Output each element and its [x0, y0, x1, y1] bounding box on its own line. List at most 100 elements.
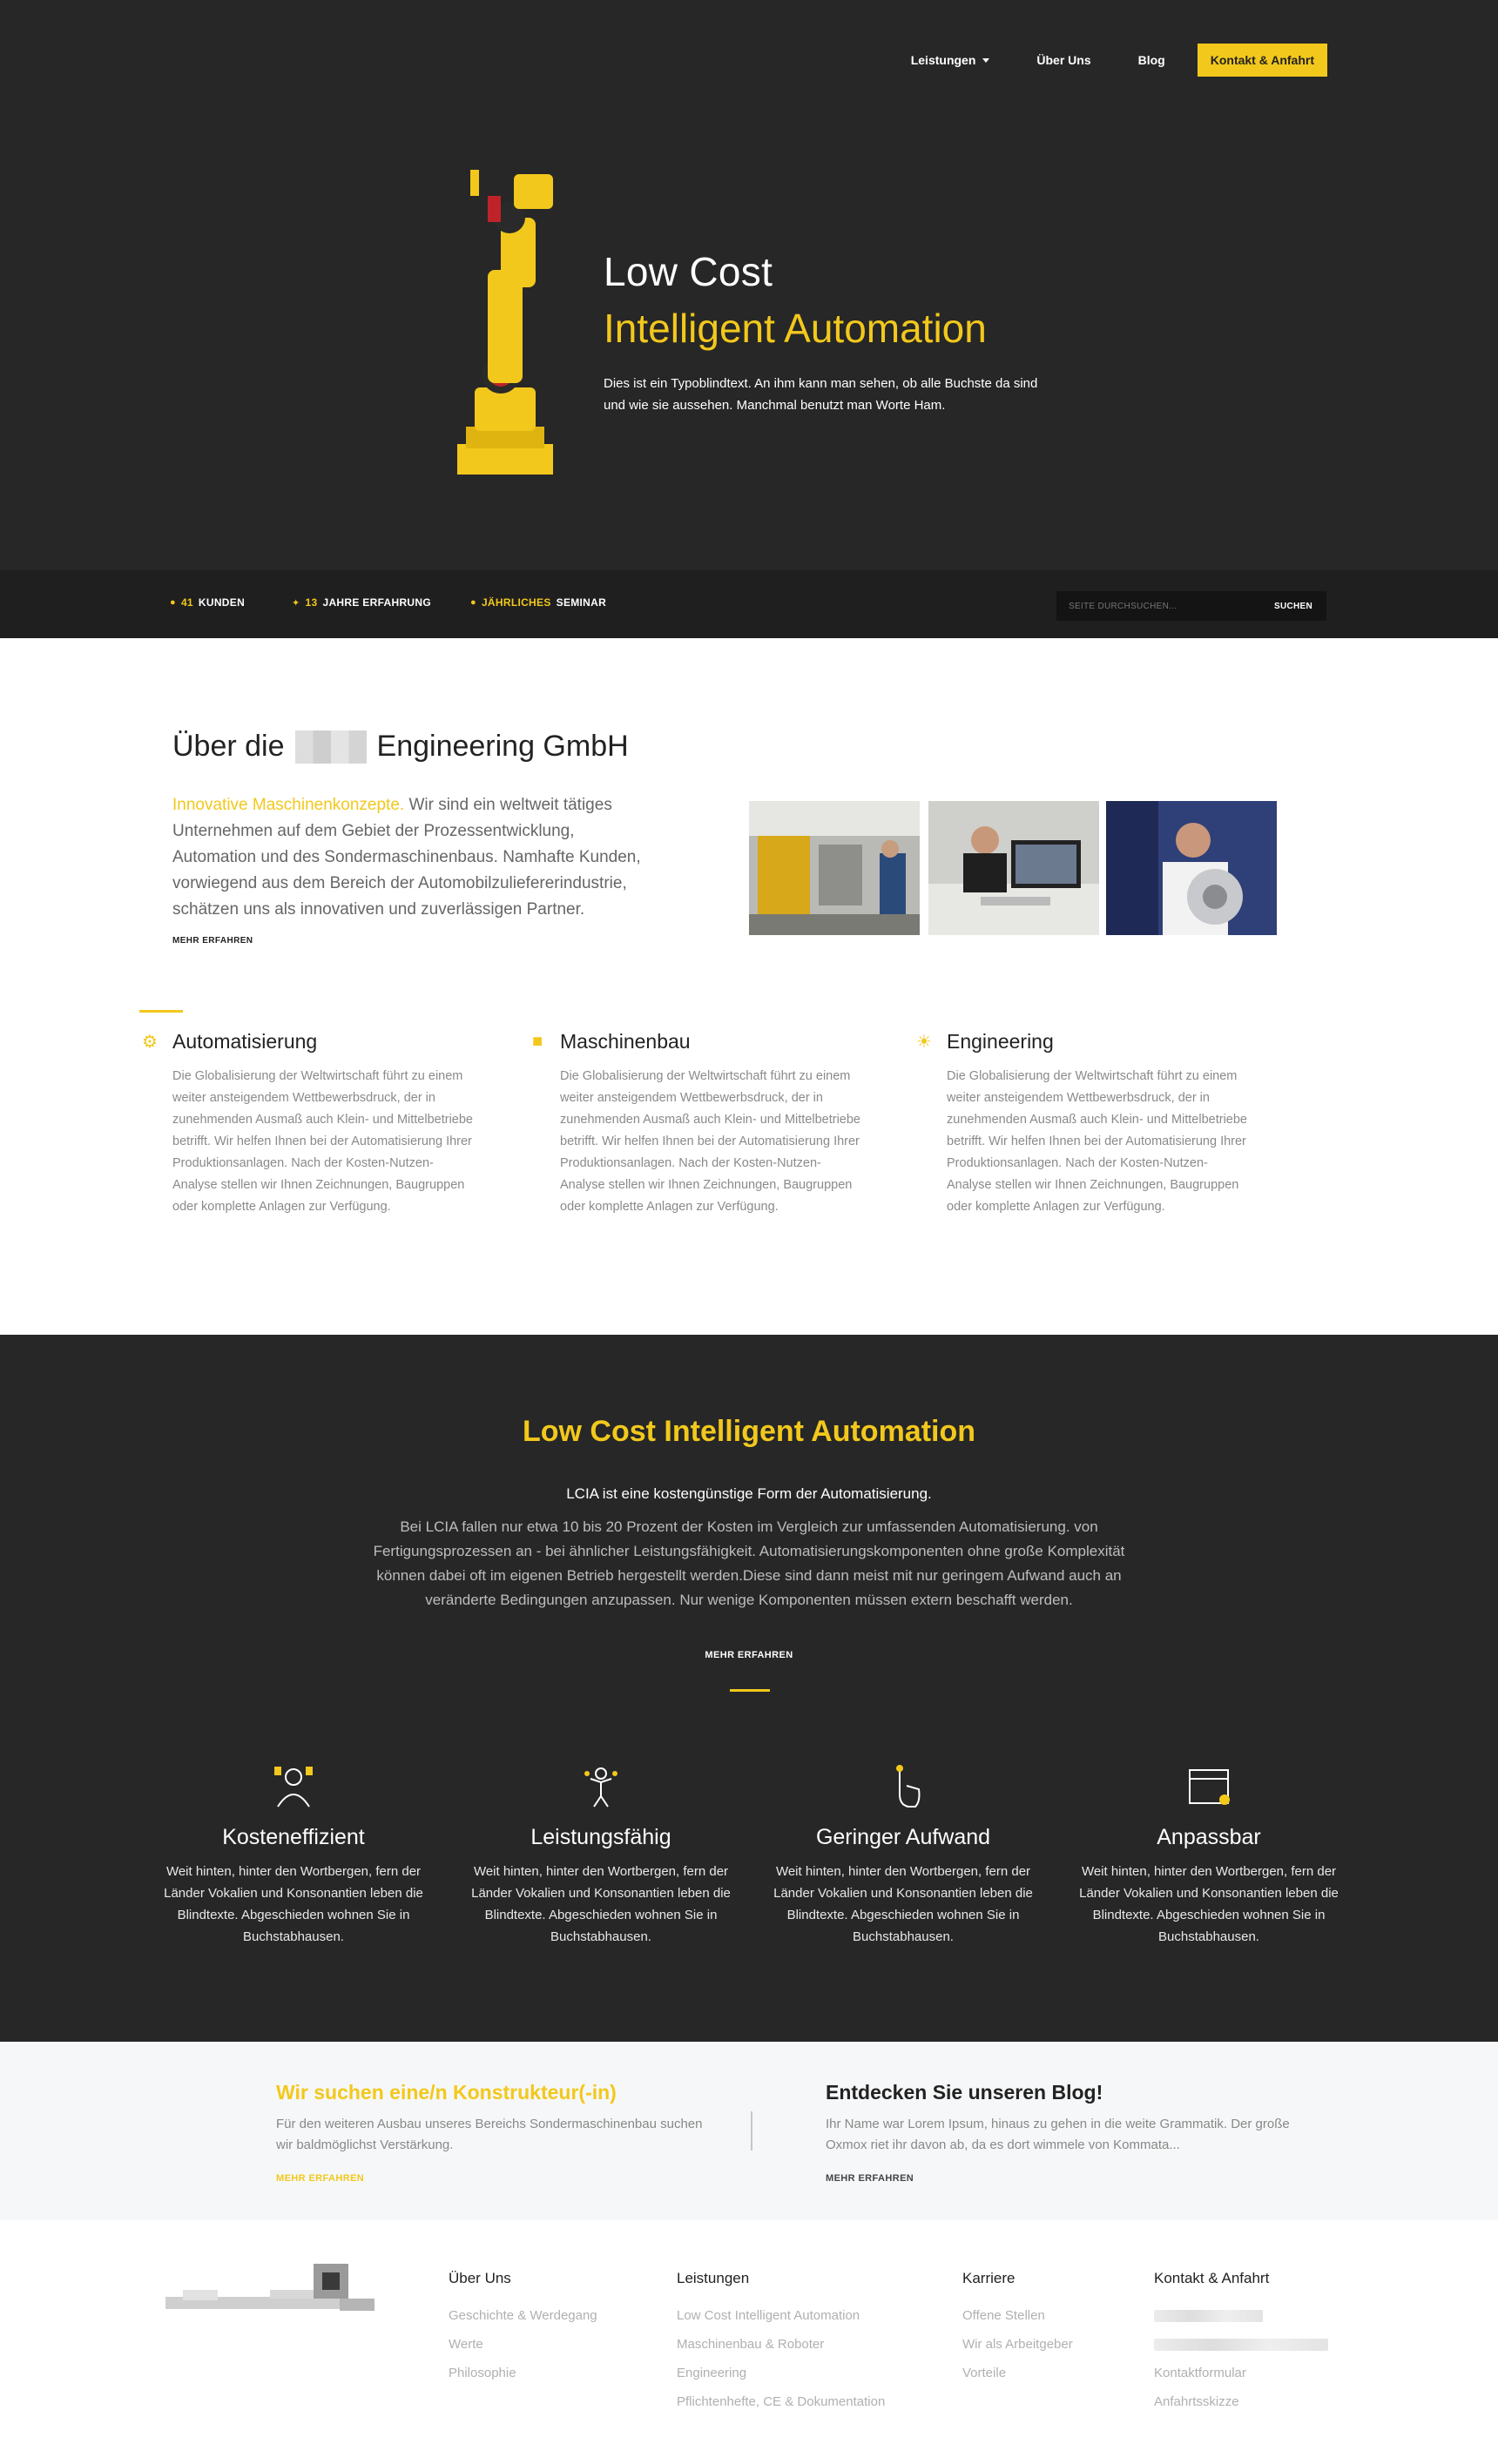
calendar-icon	[1189, 1769, 1230, 1805]
footer-col-kontakt: Kontakt & Anfahrt Kontaktformular Anfahr…	[1154, 2270, 1328, 2416]
footer-col-head: Leistungen	[677, 2270, 750, 2286]
company-logo	[165, 2264, 374, 2311]
nav-item-blog[interactable]: Blog	[1115, 44, 1189, 77]
footer-link[interactable]: Pflichtenhefte, CE & Dokumentation	[677, 2387, 885, 2416]
feature-text: Die Globalisierung der Weltwirtschaft fü…	[947, 1069, 1247, 1214]
stat-value: 13	[305, 596, 318, 609]
feature-text: Die Globalisierung der Weltwirtschaft fü…	[560, 1069, 860, 1214]
main-nav: Leistungen Über Uns Blog Kontakt & Anfah…	[887, 44, 1327, 77]
nav-item-leistungen[interactable]: Leistungen	[887, 44, 1014, 77]
contact-button[interactable]: Kontakt & Anfahrt	[1197, 44, 1327, 77]
lcia-col-text: Weit hinten, hinter den Wortbergen, fern…	[1079, 1864, 1339, 1944]
hero-section: Leistungen Über Uns Blog Kontakt & Anfah…	[0, 0, 1498, 570]
job-more-link[interactable]: MEHR ERFAHREN	[276, 2173, 364, 2184]
blog-more-link[interactable]: MEHR ERFAHREN	[826, 2173, 914, 2184]
nav-item-label: Blog	[1137, 53, 1165, 67]
footer-link[interactable]: Offene Stellen	[962, 2301, 1073, 2330]
worker-icon	[274, 1767, 313, 1808]
footer-link[interactable]: Philosophie	[449, 2359, 597, 2387]
robot-arm-image	[457, 170, 553, 475]
stat-years: ✦ 13 JAHRE ERFAHRUNG	[292, 596, 431, 609]
robot-arm-icon: ⚙	[142, 1033, 158, 1052]
blog-text: Ihr Name war Lorem Ipsum, hinaus zu gehe…	[826, 2117, 1290, 2152]
divider-line	[139, 1010, 183, 1013]
photo-workshop	[749, 801, 920, 935]
search-box: SUCHEN	[1056, 591, 1326, 621]
footer-link[interactable]: Geschichte & Werdegang	[449, 2301, 597, 2330]
stat-prefix: JÄHRLICHES	[481, 596, 551, 609]
user-icon: ●	[170, 597, 176, 608]
lcia-col-title: Geringer Aufwand	[815, 1825, 991, 1849]
chevron-down-icon	[982, 57, 990, 63]
hero-subtitle: Intelligent Automation	[604, 306, 987, 351]
nav-item-label: Über Uns	[1036, 53, 1091, 67]
photo-office	[928, 801, 1099, 935]
footer-link[interactable]: Maschinenbau & Roboter	[677, 2330, 885, 2359]
hero-text: Dies ist ein Typoblindtext. An ihm kann …	[604, 376, 1038, 413]
stat-customers: ● 41 KUNDEN	[170, 596, 245, 609]
wrench-icon: ✦	[292, 597, 300, 609]
footer-link[interactable]: Anfahrtsskizze	[1154, 2387, 1328, 2416]
stat-label: SEMINAR	[556, 596, 607, 609]
lcia-subtitle: LCIA ist eine kostengünstige Form der Au…	[566, 1485, 932, 1502]
contact-blur-line	[1154, 2301, 1328, 2330]
lcia-col-title: Kosteneffizient	[222, 1825, 365, 1849]
lcia-col-text: Weit hinten, hinter den Wortbergen, fern…	[773, 1864, 1033, 1944]
lcia-text: Bei LCIA fallen nur etwa 10 bis 20 Proze…	[373, 1518, 1125, 1608]
feature-title: Engineering	[947, 1030, 1054, 1053]
stat-seminar: ● JÄHRLICHES SEMINAR	[470, 596, 606, 609]
about-title-suffix: Engineering GmbH	[376, 730, 629, 763]
footer-col-head: Karriere	[962, 2270, 1016, 2286]
feature-engineering: ☀ Engineering Die Globalisierung der Wel…	[916, 1030, 1278, 1218]
stat-value: 41	[180, 596, 193, 609]
touch-hand-icon	[896, 1765, 921, 1808]
divider-line	[730, 1689, 770, 1692]
company-name-blur	[294, 730, 367, 764]
search-input[interactable]	[1056, 601, 1257, 611]
job-text: Für den weiteren Ausbau unseres Bereichs…	[276, 2117, 703, 2152]
footer-col-karriere: Karriere Offene Stellen Wir als Arbeitge…	[962, 2270, 1073, 2387]
strip-divider	[751, 2111, 752, 2151]
stat-label: KUNDEN	[198, 596, 246, 609]
lcia-col-kosteneffizient: Kosteneffizient Weit hinten, hinter den …	[150, 1763, 437, 1948]
blog-title: Entdecken Sie unseren Blog!	[826, 2081, 1103, 2104]
nav-item-ueber-uns[interactable]: Über Uns	[1013, 44, 1114, 77]
lcia-col-anpassbar: Anpassbar Weit hinten, hinter den Wortbe…	[1065, 1763, 1353, 1948]
about-title-prefix: Über die	[172, 730, 285, 763]
lcia-title: Low Cost Intelligent Automation	[522, 1415, 976, 1448]
speech-bubble-icon: ●	[470, 597, 476, 608]
hero-title: Low Cost	[604, 249, 773, 294]
footer-link[interactable]: Engineering	[677, 2359, 885, 2387]
lcia-col-text: Weit hinten, hinter den Wortbergen, fern…	[164, 1864, 423, 1944]
about-highlight: Innovative Maschinenkonzepte.	[172, 796, 405, 814]
truck-icon: ■	[531, 1032, 543, 1051]
footer-link[interactable]: Werte	[449, 2330, 597, 2359]
stats-bar: ● 41 KUNDEN ✦ 13 JAHRE ERFAHRUNG ● JÄHRL…	[0, 570, 1498, 638]
footer-link[interactable]: Low Cost Intelligent Automation	[677, 2301, 885, 2330]
about-more-link[interactable]: MEHR ERFAHREN	[172, 936, 253, 946]
footer-col-head: Kontakt & Anfahrt	[1154, 2270, 1270, 2286]
footer-col-head: Über Uns	[449, 2270, 511, 2286]
lcia-more-link[interactable]: MEHR ERFAHREN	[0, 1650, 1498, 1660]
footer-col-ueber-uns: Über Uns Geschichte & Werdegang Werte Ph…	[449, 2270, 597, 2387]
about-body: Wir sind ein weltweit tätiges Unternehme…	[172, 796, 641, 919]
feature-title: Automatisierung	[172, 1030, 318, 1053]
lcia-col-leistungsfaehig: Leistungsfähig Weit hinten, hinter den W…	[457, 1763, 745, 1948]
lightbulb-icon: ☀	[916, 1033, 932, 1052]
lcia-col-geringer-aufwand: Geringer Aufwand Weit hinten, hinter den…	[759, 1763, 1047, 1948]
strong-figure-icon	[584, 1767, 617, 1808]
lcia-col-text: Weit hinten, hinter den Wortbergen, fern…	[471, 1864, 731, 1944]
photo-engineer	[1106, 801, 1277, 935]
footer-link[interactable]: Vorteile	[962, 2359, 1073, 2387]
footer-link[interactable]: Wir als Arbeitgeber	[962, 2330, 1073, 2359]
lcia-col-title: Leistungsfähig	[530, 1825, 671, 1849]
feature-title: Maschinenbau	[560, 1030, 691, 1053]
feature-maschinenbau: ■ Maschinenbau Die Globalisierung der We…	[532, 1030, 891, 1218]
about-title: Über die Engineering GmbH	[172, 730, 629, 764]
feature-text: Die Globalisierung der Weltwirtschaft fü…	[172, 1069, 473, 1214]
contact-blur-line	[1154, 2330, 1328, 2359]
footer-link[interactable]: Kontaktformular	[1154, 2359, 1328, 2387]
search-button[interactable]: SUCHEN	[1274, 602, 1312, 611]
job-title: Wir suchen eine/n Konstrukteur(-in)	[276, 2081, 617, 2104]
stat-label: JAHRE ERFAHRUNG	[322, 596, 431, 609]
